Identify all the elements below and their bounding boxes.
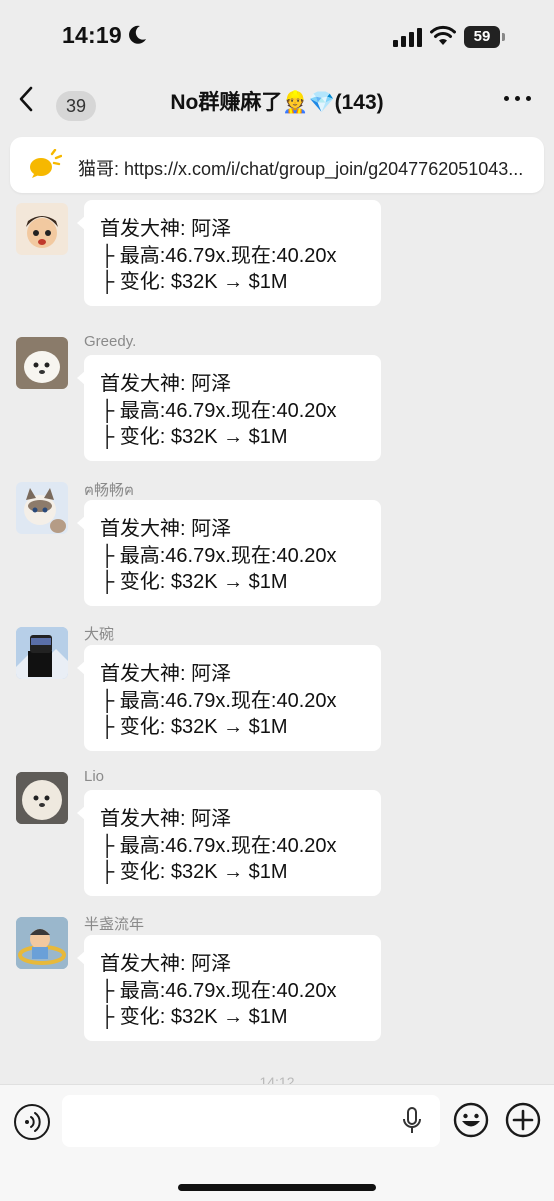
message-line: 首发大神: 阿泽 [100,518,232,540]
message-bubble[interactable]: 首发大神: 阿泽 ├ 最高:46.79x.现在:40.20x ├ 变化: $32… [77,355,381,461]
sender-name: 大碗 [84,626,115,643]
message-bubble[interactable]: 首发大神: 阿泽 ├ 最高:46.79x.现在:40.20x ├ 变化: $32… [77,935,381,1041]
sender-name: Lio [84,768,105,785]
moon-icon [129,25,146,44]
pinned-announcement[interactable]: 猫哥: https://x.com/i/chat/group_join/g204… [10,137,544,193]
message-row: 半盏流年 首发大神: 阿泽 ├ 最高:46.79x.现在:40.20x ├ 变化… [0,913,554,1053]
message-input[interactable] [62,1095,440,1147]
signal-icon [393,28,422,47]
sender-name: ฅ畅畅ฅ [84,482,135,499]
message-line: 首发大神: 阿泽 [100,808,232,830]
message-line: ├ 最高:46.79x.现在:40.20x [100,835,337,857]
home-indicator [178,1184,376,1191]
mic-icon[interactable] [402,1107,422,1135]
message-line: 首发大神: 阿泽 [100,663,232,685]
message-line: ├ 最高:46.79x.现在:40.20x [100,545,337,567]
message-line: ├ 变化: $32K → $1M [100,716,288,738]
message-line: 首发大神: 阿泽 [100,373,232,395]
avatar[interactable] [16,627,68,679]
message-line: ├ 变化: $32K → $1M [100,1006,288,1028]
voice-button[interactable] [14,1104,50,1140]
plus-icon[interactable] [505,1102,541,1138]
avatar-image [26,216,58,248]
avatar[interactable] [16,203,68,255]
message-line: ├ 变化: $32K → $1M [100,271,288,293]
nav-bar: No群赚麻了👷💎(143) 39 [0,74,554,124]
chevron-left-icon [19,86,33,112]
avatar-image [16,627,68,679]
avatar-image [16,482,68,534]
sender-name: 半盏流年 [84,916,145,933]
message-bubble[interactable]: 首发大神: 阿泽 ├ 最高:46.79x.现在:40.20x ├ 变化: $32… [77,645,381,751]
battery-cap [502,33,505,41]
chat-message-list[interactable]: 首发大神: 阿泽 ├ 最高:46.79x.现在:40.20x ├ 变化: $32… [0,200,554,1084]
avatar[interactable] [16,337,68,389]
avatar[interactable] [16,917,68,969]
avatar-image [16,337,68,389]
input-bar [0,1084,554,1201]
more-button[interactable] [504,92,534,106]
unread-badge: 39 [56,91,96,121]
battery-icon: 59 [464,26,500,48]
message-row: 大碗 首发大神: 阿泽 ├ 最高:46.79x.现在:40.20x ├ 变化: … [0,623,554,763]
message-row: 首发大神: 阿泽 ├ 最高:46.79x.现在:40.20x ├ 变化: $32… [0,200,554,310]
message-line: 首发大神: 阿泽 [100,218,232,240]
wifi-icon [430,25,456,45]
avatar-image [16,772,68,824]
message-line: ├ 最高:46.79x.现在:40.20x [100,245,337,267]
message-row: Lio 首发大神: 阿泽 ├ 最高:46.79x.现在:40.20x ├ 变化:… [0,768,554,908]
message-line: ├ 最高:46.79x.现在:40.20x [100,400,337,422]
status-time: 14:19 [62,22,122,48]
message-row: ฅ畅畅ฅ 首发大神: 阿泽 ├ 最高:46.79x.现在:40.20x ├ 变化… [0,478,554,618]
sender-name: Greedy. [84,333,137,350]
pinned-text: 猫哥: https://x.com/i/chat/group_join/g204… [78,159,524,179]
avatar[interactable] [16,772,68,824]
emoji-icon[interactable] [453,1102,489,1138]
message-line: ├ 最高:46.79x.现在:40.20x [100,980,337,1002]
avatar[interactable] [16,482,68,534]
message-bubble[interactable]: 首发大神: 阿泽 ├ 最高:46.79x.现在:40.20x ├ 变化: $32… [77,200,381,306]
message-line: ├ 变化: $32K → $1M [100,426,288,448]
message-row: Greedy. 首发大神: 阿泽 ├ 最高:46.79x.现在:40.20x ├… [0,333,554,473]
message-line: ├ 变化: $32K → $1M [100,571,288,593]
megaphone-icon [30,149,62,178]
back-button[interactable]: 39 [16,82,96,121]
message-bubble[interactable]: 首发大神: 阿泽 ├ 最高:46.79x.现在:40.20x ├ 变化: $32… [77,790,381,896]
status-bar: 14:19 59 [0,0,554,74]
more-icon [504,96,509,101]
message-line: ├ 最高:46.79x.现在:40.20x [100,690,337,712]
avatar-image [16,917,68,969]
message-bubble[interactable]: 首发大神: 阿泽 ├ 最高:46.79x.现在:40.20x ├ 变化: $32… [77,500,381,606]
message-line: 首发大神: 阿泽 [100,953,232,975]
voice-icon [25,1112,41,1132]
message-line: ├ 变化: $32K → $1M [100,861,288,883]
